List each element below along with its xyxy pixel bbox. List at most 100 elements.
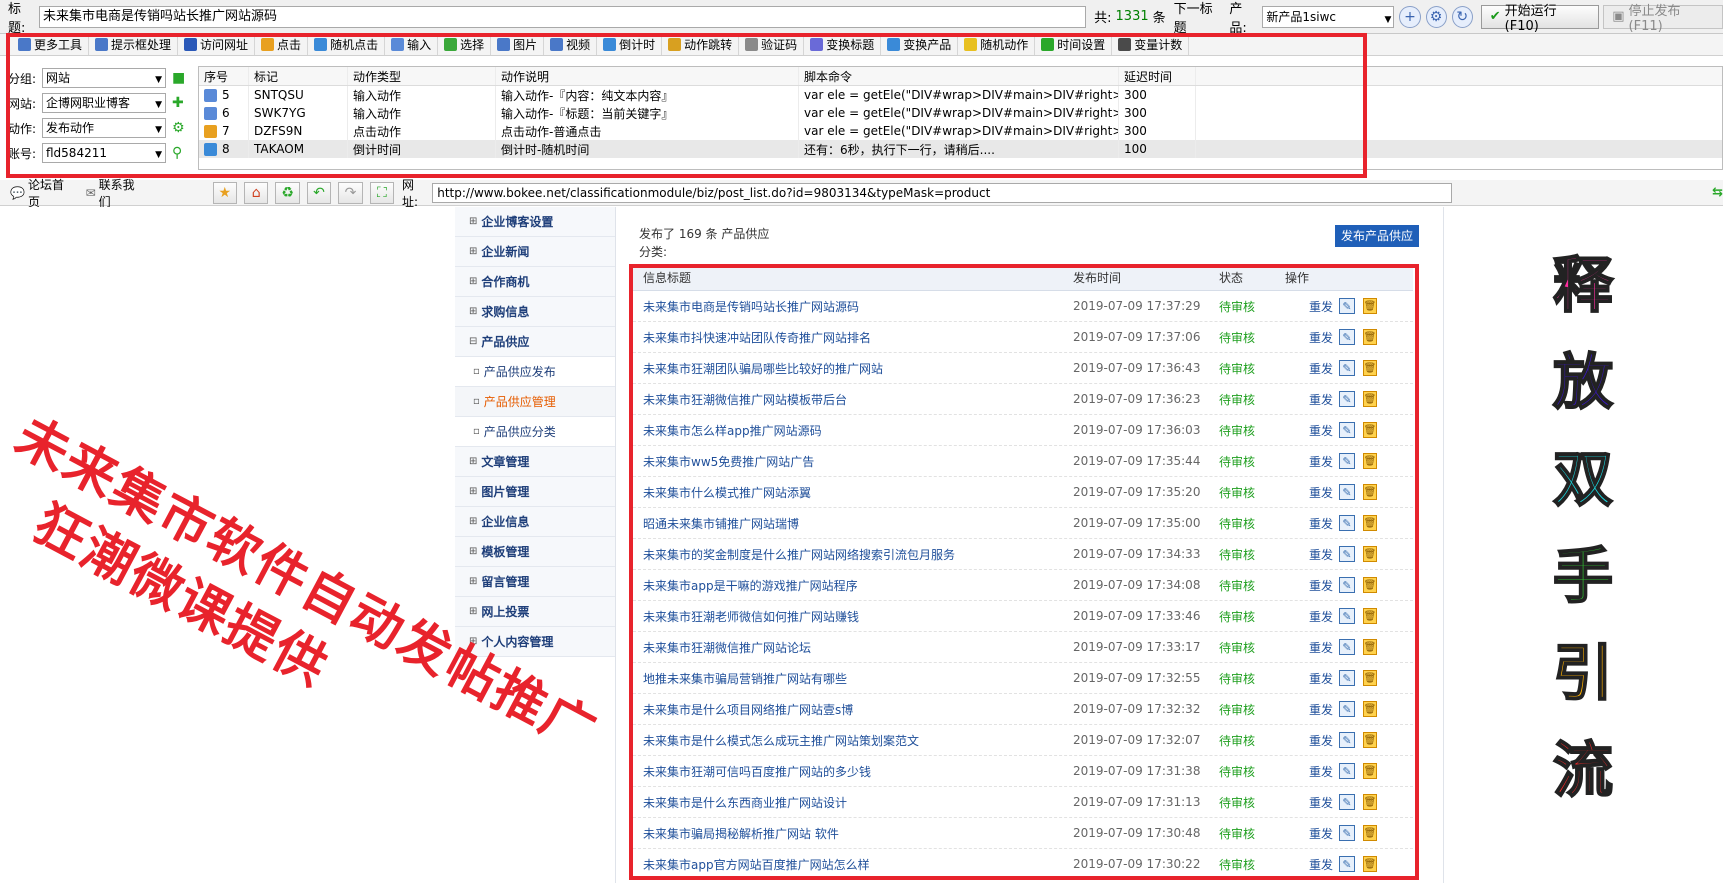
col-header-desc[interactable]: 动作说明 xyxy=(496,67,799,85)
redo-link[interactable]: 重发 xyxy=(1309,639,1333,656)
side-nav-item[interactable]: ⊞ 图片管理 xyxy=(455,477,615,507)
edit-icon[interactable]: ✎ xyxy=(1339,577,1356,593)
side-nav-item[interactable]: ⊞ 网上投票 xyxy=(455,597,615,627)
item-title-link[interactable]: 未来集市是什么项目网络推广网站壹s博 xyxy=(633,701,1073,718)
redo-link[interactable]: 重发 xyxy=(1309,484,1333,501)
settings-icon[interactable]: ⚙ xyxy=(172,120,185,136)
edit-icon[interactable]: ✎ xyxy=(1339,298,1356,314)
trash-icon[interactable]: 🗑 xyxy=(1363,422,1378,438)
trash-icon[interactable]: 🗑 xyxy=(1363,732,1378,748)
trash-icon[interactable]: 🗑 xyxy=(1363,701,1378,717)
redo-link[interactable]: 重发 xyxy=(1309,422,1333,439)
side-nav-item[interactable]: ⊞ 文章管理 xyxy=(455,447,615,477)
edit-icon[interactable]: ✎ xyxy=(1339,453,1356,469)
side-nav-item[interactable]: ⊞ 企业博客设置 xyxy=(455,207,615,237)
edit-icon[interactable]: ✎ xyxy=(1339,825,1356,841)
item-title-link[interactable]: 未来集市狂潮团队骗局哪些比较好的推广网站 xyxy=(633,360,1073,377)
search-icon[interactable]: ⚲ xyxy=(172,145,182,161)
contact-us-link[interactable]: ✉ 联系我们 xyxy=(86,176,143,210)
script-row[interactable]: 7 DZFS9N 点击动作 点击动作-普通点击 var ele = getEle("DI… xyxy=(199,122,1722,140)
item-title-link[interactable]: 未来集市抖快速冲站团队传奇推广网站排名 xyxy=(633,329,1073,346)
redo-link[interactable]: 重发 xyxy=(1309,391,1333,408)
favorite-icon[interactable]: ★ xyxy=(212,181,238,204)
edit-icon[interactable]: ✎ xyxy=(1339,763,1356,779)
edit-icon[interactable]: ✎ xyxy=(1339,639,1356,655)
col-header-tag[interactable]: 标记 xyxy=(249,67,348,85)
redo-link[interactable]: 重发 xyxy=(1309,670,1333,687)
item-title-link[interactable]: 未来集市app官方网站百度推广网站怎么样 xyxy=(633,856,1073,873)
trash-icon[interactable]: 🗑 xyxy=(1363,484,1378,500)
toolbar-item[interactable]: 视频 xyxy=(544,34,598,55)
refresh-icon[interactable]: ↻ xyxy=(1451,5,1473,28)
trash-icon[interactable]: 🗑 xyxy=(1363,670,1378,686)
item-title-link[interactable]: 未来集市app是干嘛的游戏推广网站程序 xyxy=(633,577,1073,594)
trash-icon[interactable]: 🗑 xyxy=(1363,360,1378,376)
add-icon[interactable]: ✚ xyxy=(172,95,184,111)
side-nav-item[interactable]: ⊞ 求购信息 xyxy=(455,297,615,327)
add-circle-icon[interactable]: + xyxy=(1399,5,1421,28)
edit-icon[interactable]: ✎ xyxy=(1339,670,1356,686)
toolbar-item[interactable]: 提示框处理 xyxy=(89,34,179,55)
script-row[interactable]: 8 TAKAOM 倒计时间 倒计时-随机时间 还有：6秒，执行下一行，请稍后.... 10… xyxy=(199,140,1722,158)
item-title-link[interactable]: 未来集市是什么模式怎么成玩主推广网站策划案范文 xyxy=(633,732,1073,749)
script-row[interactable]: 6 SWK7YG 输入动作 输入动作-『标题：当前关键字』 var ele = getE… xyxy=(199,104,1722,122)
item-title-link[interactable]: 未来集市什么模式推广网站添翼 xyxy=(633,484,1073,501)
col-header-delay[interactable]: 延迟时间 xyxy=(1119,67,1196,85)
redo-link[interactable]: 重发 xyxy=(1309,608,1333,625)
start-run-button[interactable]: ✔ 开始运行 (F10) xyxy=(1480,4,1600,34)
edit-icon[interactable]: ✎ xyxy=(1339,732,1356,748)
forward-icon[interactable]: ↷ xyxy=(338,181,363,204)
item-title-link[interactable]: 未来集市电商是传销吗站长推广网站源码 xyxy=(633,298,1073,315)
edit-icon[interactable]: ✎ xyxy=(1339,608,1356,624)
redo-link[interactable]: 重发 xyxy=(1309,825,1333,842)
script-row[interactable]: 5 SNTQSU 输入动作 输入动作-『内容：纯文本内容』 var ele = getE… xyxy=(199,86,1722,104)
item-title-link[interactable]: 未来集市狂潮微信推广网站模板带后台 xyxy=(633,391,1073,408)
trash-icon[interactable]: 🗑 xyxy=(1363,329,1378,345)
side-nav-item[interactable]: ⊞ 模板管理 xyxy=(455,537,615,567)
title-input[interactable]: 未来集市电商是传销吗站长推广网站源码 xyxy=(39,5,1087,28)
fullscreen-icon[interactable]: ⛶ xyxy=(369,181,395,204)
back-icon[interactable]: ↶ xyxy=(306,181,332,204)
group-select[interactable]: 网站 ▼ xyxy=(42,68,166,88)
redo-link[interactable]: 重发 xyxy=(1309,577,1333,594)
item-title-link[interactable]: 地推未来集市骗局营销推广网站有哪些 xyxy=(633,670,1073,687)
redo-link[interactable]: 重发 xyxy=(1309,298,1333,315)
toolbar-item[interactable]: 验证码 xyxy=(739,34,805,55)
trash-icon[interactable]: 🗑 xyxy=(1363,453,1378,469)
edit-icon[interactable]: ✎ xyxy=(1339,856,1356,872)
toolbar-item[interactable]: 动作跳转 xyxy=(662,34,740,55)
item-title-link[interactable]: 昭通未来集市铺推广网站瑞博 xyxy=(633,515,1073,532)
item-title-link[interactable]: 未来集市狂潮可信吗百度推广网站的多少钱 xyxy=(633,763,1073,780)
toolbar-item[interactable]: 访问网址 xyxy=(178,34,256,55)
recycle-icon[interactable]: ♻ xyxy=(275,181,300,204)
toolbar-item[interactable]: 变换产品 xyxy=(881,34,959,55)
site-select[interactable]: 企博网职业博客 ▼ xyxy=(42,93,166,113)
url-input[interactable]: http://www.bokee.net/classificationmodul… xyxy=(432,182,1453,203)
redo-link[interactable]: 重发 xyxy=(1309,794,1333,811)
trash-icon[interactable]: 🗑 xyxy=(1363,298,1378,314)
edit-icon[interactable]: ✎ xyxy=(1339,515,1356,531)
toolbar-item[interactable]: 点击 xyxy=(255,34,309,55)
trash-icon[interactable]: 🗑 xyxy=(1363,391,1378,407)
trash-icon[interactable]: 🗑 xyxy=(1363,577,1378,593)
folder-icon[interactable]: ■ xyxy=(172,70,185,86)
redo-link[interactable]: 重发 xyxy=(1309,453,1333,470)
col-header-no[interactable]: 序号 xyxy=(199,67,249,85)
side-nav-item[interactable]: ⊞ 企业新闻 xyxy=(455,237,615,267)
trash-icon[interactable]: 🗑 xyxy=(1363,825,1378,841)
item-title-link[interactable]: 未来集市骗局揭秘解析推广网站 软件 xyxy=(633,825,1073,842)
stop-publish-button[interactable]: ▣ 停止发布 (F11) xyxy=(1603,4,1723,34)
side-nav-item[interactable]: ▫ 产品供应管理 xyxy=(455,387,615,417)
toolbar-item[interactable]: 随机动作 xyxy=(958,34,1036,55)
toolbar-item[interactable]: 变换标题 xyxy=(804,34,882,55)
forum-home-link[interactable]: 💬 论坛首页 xyxy=(10,176,72,210)
product-select[interactable]: 新产品1siwc ▼ xyxy=(1262,5,1395,28)
side-nav-item[interactable]: ▫ 产品供应分类 xyxy=(455,417,615,447)
item-title-link[interactable]: 未来集市是什么东西商业推广网站设计 xyxy=(633,794,1073,811)
trash-icon[interactable]: 🗑 xyxy=(1363,639,1378,655)
trash-icon[interactable]: 🗑 xyxy=(1363,856,1378,872)
edit-icon[interactable]: ✎ xyxy=(1339,546,1356,562)
account-select[interactable]: fld584211 ▼ xyxy=(42,143,166,163)
go-icon[interactable]: ⇆ xyxy=(1712,185,1723,200)
toolbar-item[interactable]: 图片 xyxy=(491,34,545,55)
